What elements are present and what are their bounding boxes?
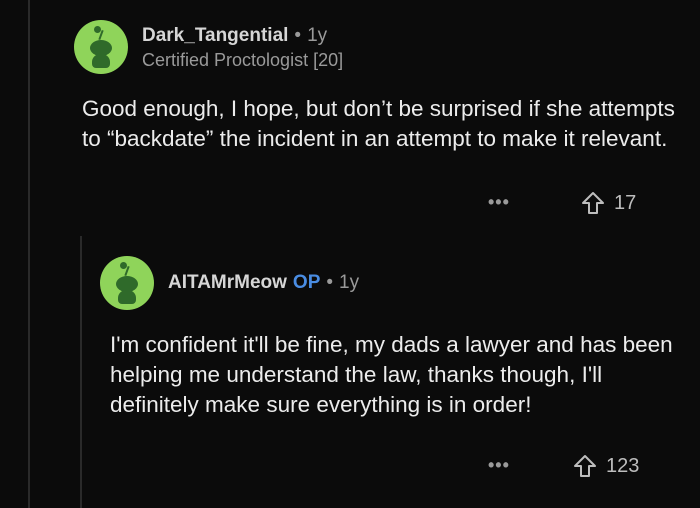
- comment-body: Good enough, I hope, but don’t be surpri…: [82, 96, 675, 151]
- more-options-icon[interactable]: •••: [488, 455, 510, 476]
- username[interactable]: AITAMrMeow: [168, 271, 287, 295]
- more-options-icon[interactable]: •••: [488, 192, 510, 213]
- separator-dot: •: [326, 272, 334, 293]
- vote-count: 123: [606, 454, 640, 477]
- upvote-arrow-icon[interactable]: [580, 190, 606, 216]
- comment-age: 1y: [307, 24, 328, 46]
- comment-aitamrmeow: AITAMrMeow OP • 1y I'm confident it'll b…: [100, 256, 690, 420]
- op-badge: OP: [292, 272, 321, 293]
- comment-age: 1y: [339, 272, 360, 293]
- reply-thread-line[interactable]: [80, 236, 82, 508]
- comment-actions: •••: [488, 455, 510, 476]
- user-flair: Certified Proctologist [20]: [142, 49, 344, 70]
- username[interactable]: Dark_Tangential: [142, 24, 288, 48]
- vote-count: 17: [614, 191, 637, 214]
- comment-body: I'm confident it'll be fine, my dads a l…: [110, 332, 673, 417]
- comment-header: Dark_Tangential • 1y Certified Proctolog…: [74, 20, 684, 74]
- thread-line[interactable]: [28, 0, 30, 508]
- snoo-avatar-icon[interactable]: [100, 256, 154, 310]
- separator-dot: •: [294, 24, 302, 46]
- comment-actions: •••: [488, 192, 510, 213]
- vote-control: 123: [572, 453, 639, 479]
- snoo-avatar-icon[interactable]: [74, 20, 128, 74]
- comment-header: AITAMrMeow OP • 1y: [100, 256, 690, 310]
- vote-control: 17: [580, 190, 636, 216]
- upvote-arrow-icon[interactable]: [572, 453, 598, 479]
- comment-dark-tangential: Dark_Tangential • 1y Certified Proctolog…: [74, 20, 684, 154]
